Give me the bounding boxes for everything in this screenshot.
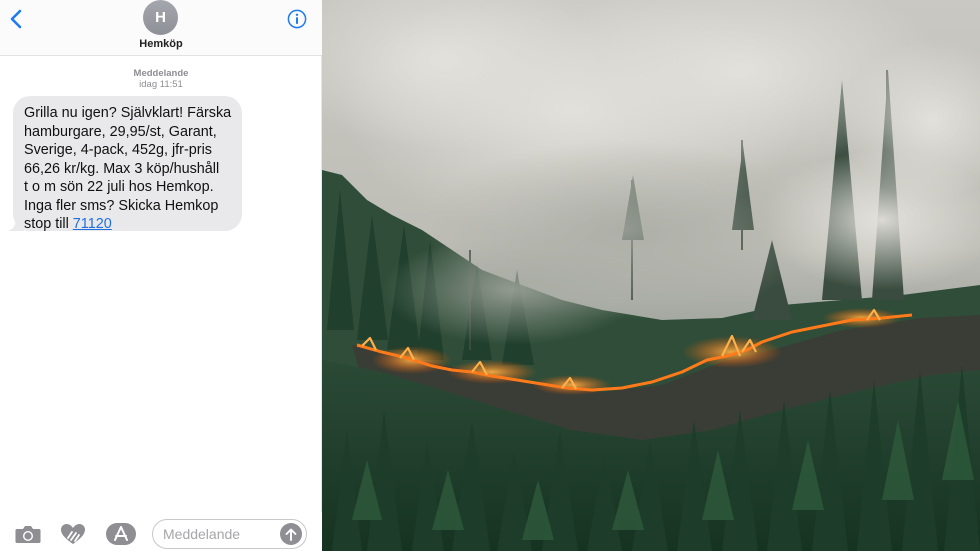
message-input[interactable] xyxy=(163,525,273,543)
info-icon[interactable] xyxy=(287,9,307,29)
send-button[interactable] xyxy=(280,523,302,545)
digital-touch-heart-icon[interactable] xyxy=(59,522,87,546)
message-line: hamburgare, 29,95/st, Garant, xyxy=(24,123,217,140)
send-arrow-icon xyxy=(285,528,297,541)
forest-fire-photo xyxy=(322,0,980,551)
chevron-left-icon[interactable] xyxy=(6,8,26,30)
contact-avatar[interactable]: H xyxy=(143,0,178,35)
message-line: Grilla nu igen? Självklart! Färska xyxy=(24,105,232,121)
messages-app: H Hemköp Meddelande idag 11:51 Grilla nu… xyxy=(0,0,322,551)
forest-fire-image xyxy=(322,0,980,551)
composer-bar xyxy=(0,512,322,551)
message-line: 66,26 kr/kg. Max 3 köp/hushåll xyxy=(24,160,220,177)
contact-name[interactable]: Hemköp xyxy=(0,38,322,50)
message-input-field[interactable] xyxy=(152,519,307,549)
message-line-prefix: stop till xyxy=(24,216,73,232)
message-time: idag 11:51 xyxy=(139,79,183,90)
bubble-tail xyxy=(8,217,24,231)
message-kind-label: Meddelande xyxy=(133,68,189,79)
message-line-last: stop till 71120 xyxy=(24,215,232,234)
contact-initial: H xyxy=(155,9,166,26)
app-store-icon[interactable] xyxy=(105,522,137,546)
incoming-message-bubble[interactable]: Grilla nu igen? Självklart! Färska hambu… xyxy=(8,96,242,234)
conversation-header: H Hemköp xyxy=(0,0,322,56)
message-timestamp: Meddelande idag 11:51 xyxy=(0,68,322,90)
message-line: Sverige, 4-pack, 452g, jfr-pris xyxy=(24,142,212,158)
camera-icon[interactable] xyxy=(14,522,42,546)
phone-number-link[interactable]: 71120 xyxy=(73,216,112,232)
message-line: t o m sön 22 juli hos Hemkop. xyxy=(24,179,214,195)
message-line: Inga fler sms? Skicka Hemkop xyxy=(24,197,219,214)
